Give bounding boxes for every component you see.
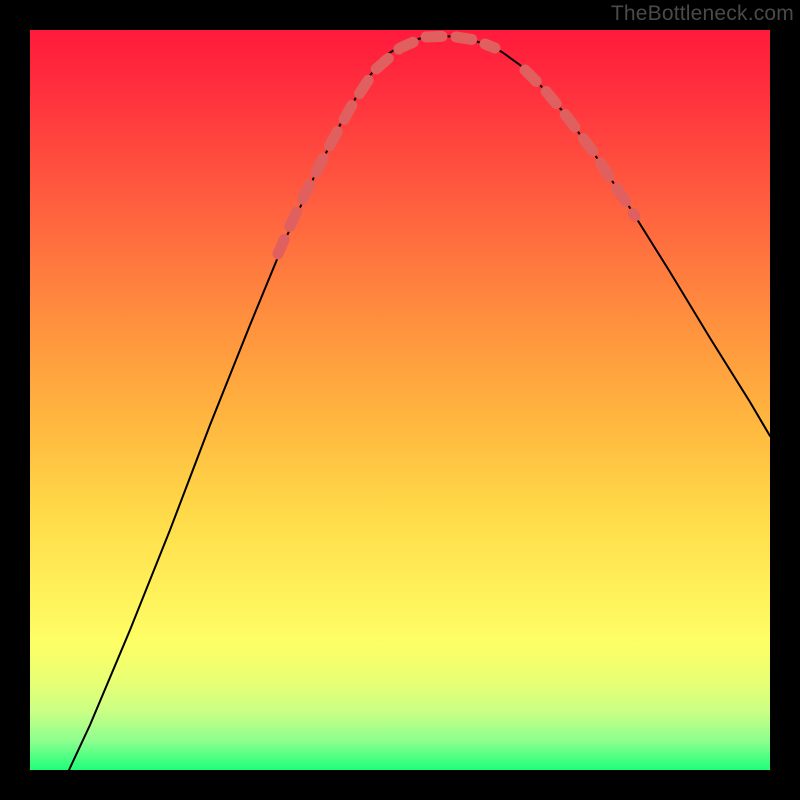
dotted-overlay-1 [525, 70, 635, 216]
dotted-overlay-0 [278, 36, 495, 254]
chart-plot-area [30, 30, 770, 770]
watermark-text: TheBottleneck.com [611, 2, 794, 26]
chart-svg [30, 30, 770, 770]
bottleneck-curve [69, 36, 770, 770]
